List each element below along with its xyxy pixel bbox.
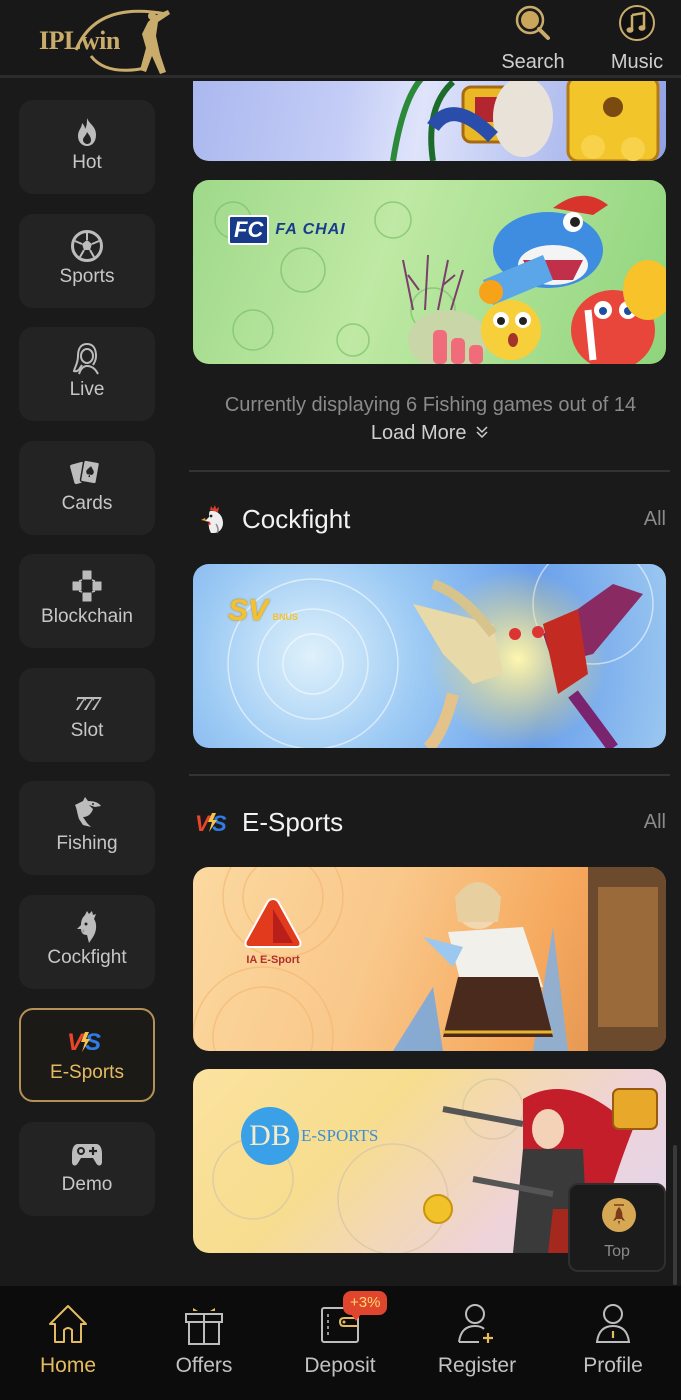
treasure-artwork xyxy=(390,81,660,161)
search-label: Search xyxy=(501,51,565,73)
load-more-button[interactable]: Load More xyxy=(180,422,681,445)
iplwin-logo[interactable]: IPLwin xyxy=(36,6,186,76)
soccer-ball-icon xyxy=(71,230,103,262)
fa-chai-logo: FC FA CHAI xyxy=(228,215,346,245)
app-root: IPLwin Search Music Hot Sports Live Card… xyxy=(0,0,681,1400)
music-note-icon xyxy=(619,5,655,41)
live-dealer-icon xyxy=(72,343,99,375)
sidebar-item-label: Sports xyxy=(59,266,115,287)
search-button[interactable]: Search xyxy=(498,4,568,74)
nav-register[interactable]: Register xyxy=(417,1300,537,1390)
esports-section-header: V S E-Sports All xyxy=(195,803,666,843)
cockfight-all-link[interactable]: All xyxy=(644,508,666,531)
sv-logo-sub: BNUS xyxy=(272,612,298,622)
gamepad-icon xyxy=(72,1144,102,1166)
fishing-count-text: Currently displaying 6 Fishing games out… xyxy=(224,394,637,416)
game-banner-treasure-fishing[interactable] xyxy=(193,81,666,161)
music-label: Music xyxy=(610,51,664,73)
blockchain-icon xyxy=(71,569,103,603)
svg-text:V: V xyxy=(67,1029,85,1056)
sidebar-item-blockchain[interactable]: Blockchain xyxy=(19,554,155,648)
sidebar-item-fishing[interactable]: Fishing xyxy=(19,781,155,875)
sidebar-item-label: Fishing xyxy=(56,833,118,854)
nav-label: Deposit xyxy=(304,1354,376,1377)
sidebar-item-slot[interactable]: 777 Slot xyxy=(19,668,155,762)
fa-chai-brand-text: FA CHAI xyxy=(275,221,346,238)
svg-text:777: 777 xyxy=(75,693,102,715)
esports-all-link[interactable]: All xyxy=(644,811,666,834)
section-title: Cockfight xyxy=(242,504,351,534)
sidebar-item-label: Cards xyxy=(61,493,113,514)
rooster-color-icon xyxy=(201,505,223,534)
sidebar-item-label: Demo xyxy=(61,1174,113,1195)
fa-chai-artwork xyxy=(214,195,666,364)
game-banner-ia-esport[interactable]: IA E-Sport xyxy=(193,867,666,1051)
sv-logo-mark: SV xyxy=(228,594,269,627)
back-to-top-button[interactable]: Top xyxy=(568,1183,666,1272)
sidebar-item-cockfight[interactable]: Cockfight xyxy=(19,895,155,989)
nav-offers[interactable]: Offers xyxy=(144,1300,264,1390)
vs-color-icon: V S xyxy=(195,811,227,836)
rooster-icon xyxy=(77,911,97,943)
sv-logo: SV BNUS xyxy=(228,594,298,628)
sidebar-item-label: Cockfight xyxy=(47,947,127,968)
shark-icon xyxy=(75,797,101,827)
fire-icon xyxy=(78,118,96,146)
db-esports-brand-text: E-SPORTS xyxy=(301,1126,379,1145)
db-esports-logo: DB E-SPORTS xyxy=(241,1107,378,1165)
sidebar-item-live[interactable]: Live xyxy=(19,327,155,421)
gift-icon xyxy=(185,1308,223,1345)
cockfight-artwork xyxy=(227,564,654,748)
ia-triangle-logo-icon xyxy=(244,897,302,948)
nav-label: Home xyxy=(39,1354,97,1377)
sidebar-item-hot[interactable]: Hot xyxy=(19,100,155,194)
sidebar-item-esports[interactable]: V S E-Sports xyxy=(19,1008,155,1102)
content-scrollbar[interactable] xyxy=(673,1145,677,1285)
sidebar-item-label: Blockchain xyxy=(41,606,133,627)
sidebar-item-demo[interactable]: Demo xyxy=(19,1122,155,1216)
nav-label: Register xyxy=(437,1354,517,1377)
bottom-navigation: Home Offers Deposit Register Profile xyxy=(0,1286,681,1400)
rocket-icon xyxy=(602,1198,636,1232)
section-divider xyxy=(189,470,670,472)
section-divider xyxy=(189,774,670,776)
nav-home[interactable]: Home xyxy=(8,1300,128,1390)
cockfight-section-header: Cockfight All xyxy=(198,500,666,540)
nav-label: Offers xyxy=(175,1354,233,1377)
nav-label: Profile xyxy=(583,1354,643,1377)
slot-777-icon: 777 xyxy=(75,693,104,715)
top-header: IPLwin Search Music xyxy=(0,0,681,78)
double-chevron-down-icon xyxy=(476,426,488,439)
games-content: FC FA CHAI Currently displaying 6 Fishin… xyxy=(180,81,681,1286)
vs-icon: V S xyxy=(67,1029,101,1056)
profile-icon xyxy=(595,1304,631,1343)
game-banner-fa-chai[interactable]: FC FA CHAI xyxy=(193,180,666,364)
nav-profile[interactable]: Profile xyxy=(553,1300,673,1390)
deposit-bonus-badge: +3% xyxy=(343,1291,388,1321)
add-user-icon xyxy=(458,1304,493,1343)
db-logo-mark: DB xyxy=(241,1107,299,1165)
music-button[interactable]: Music xyxy=(602,4,672,74)
load-more-label: Load More xyxy=(370,422,467,444)
game-banner-sv-cockfight[interactable]: SV BNUS xyxy=(193,564,666,748)
sidebar-item-cards[interactable]: Cards xyxy=(19,441,155,535)
logo-text: IPLwin xyxy=(39,26,120,55)
sidebar-item-sports[interactable]: Sports xyxy=(19,214,155,308)
svg-text:V: V xyxy=(195,811,212,836)
playing-cards-icon xyxy=(70,459,101,485)
search-icon xyxy=(515,5,550,40)
sidebar-item-label: Hot xyxy=(72,152,102,173)
top-label: Top xyxy=(604,1243,630,1260)
sidebar-item-label: Live xyxy=(69,379,105,400)
ia-esport-logo: IA E-Sport xyxy=(233,897,313,966)
section-title: E-Sports xyxy=(242,807,344,837)
fc-logo-mark: FC xyxy=(228,215,270,245)
sidebar-item-label: E-Sports xyxy=(50,1062,124,1083)
sidebar-item-label: Slot xyxy=(70,720,104,741)
home-icon xyxy=(49,1305,87,1343)
category-sidebar: Hot Sports Live Cards Blockchain 777 Slo… xyxy=(0,81,180,1286)
ia-esport-brand-text: IA E-Sport xyxy=(246,954,300,966)
